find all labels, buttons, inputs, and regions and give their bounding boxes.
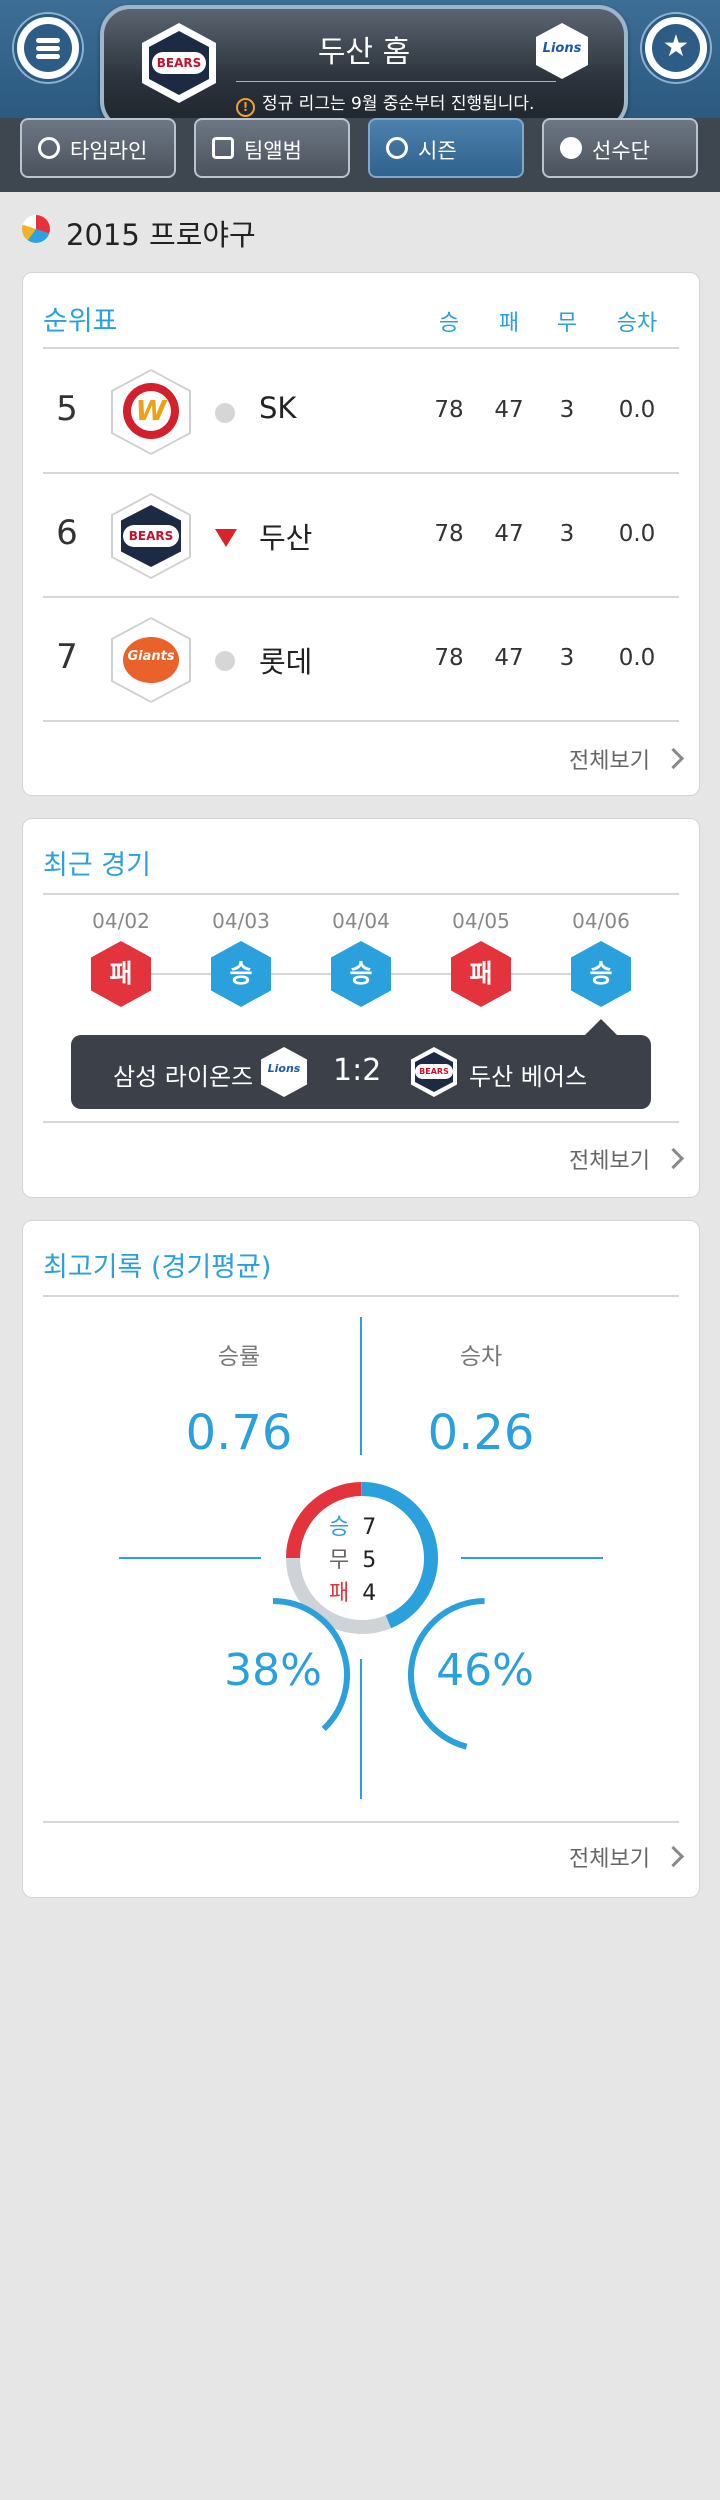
away-team-name: 삼성 라이온즈	[113, 1063, 254, 1091]
tab-bar: 타임라인 팀앨범 시즌 선수단	[0, 118, 720, 192]
game-date: 04/03	[212, 909, 270, 933]
album-icon	[212, 137, 234, 159]
win-rate-label: 승률	[217, 1344, 261, 1370]
right-percent-value: 46%	[436, 1645, 534, 1696]
tab-roster[interactable]: 선수단	[542, 118, 698, 178]
left-percent-value: 38%	[224, 1645, 322, 1696]
games-behind: 0.0	[618, 645, 656, 671]
losses: 47	[494, 397, 524, 423]
standings-row[interactable]: 6 BEARS 두산 78 47 3 0.0	[23, 473, 699, 597]
tab-team-album[interactable]: 팀앨범	[194, 118, 350, 178]
section-title: 2015 프로야구	[66, 218, 256, 252]
draws: 3	[559, 645, 575, 671]
sk-logo: W	[111, 369, 191, 455]
rank: 6	[56, 513, 78, 553]
col-header-games-behind: 승차	[616, 311, 658, 336]
trend-down-icon	[215, 529, 237, 547]
draws-count: 5	[362, 1548, 377, 1573]
game-result-badge[interactable]: 패	[451, 941, 511, 1007]
best-records-view-all-link[interactable]: 전체보기	[569, 1841, 685, 1873]
standings-view-all-link[interactable]: 전체보기	[569, 743, 685, 775]
standings-card: 순위표 승 패 무 승차 5 W SK 78 47 3 0.0 6 BEARS …	[22, 272, 700, 796]
wins: 78	[434, 521, 464, 547]
tab-season[interactable]: 시즌	[368, 118, 524, 178]
draws: 3	[559, 397, 575, 423]
game-date: 04/02	[92, 909, 150, 933]
wins-count: 7	[362, 1515, 377, 1540]
chevron-right-icon	[662, 1845, 685, 1868]
wins: 78	[434, 397, 464, 423]
notice-text: ! 정규 리그는 9월 중순부터 진행됩니다.	[236, 81, 556, 117]
chevron-right-icon	[662, 747, 685, 770]
team-name: 두산	[259, 521, 313, 555]
recent-games-view-all-link[interactable]: 전체보기	[569, 1143, 685, 1175]
trend-none-icon	[215, 403, 235, 423]
favorite-button[interactable]: ★	[642, 14, 710, 82]
standings-row[interactable]: 7 Giants 롯데 78 47 3 0.0	[23, 597, 699, 721]
best-records-title: 최고기록 (경기평균)	[43, 1252, 272, 1283]
col-header-draws: 무	[556, 311, 578, 336]
bears-logo: BEARS	[111, 493, 191, 579]
recent-games-title: 최근 경기	[43, 850, 151, 881]
col-header-losses: 패	[498, 311, 520, 336]
divider	[461, 1557, 603, 1559]
baseball-icon	[386, 137, 408, 159]
standings-row[interactable]: 5 W SK 78 47 3 0.0	[23, 349, 699, 473]
clock-icon	[38, 137, 60, 159]
game-result-badge[interactable]: 승	[331, 941, 391, 1007]
games-behind: 0.0	[618, 521, 656, 547]
title-panel: BEARS 두산 홈 ! 정규 리그는 9월 중순부터 진행됩니다. Lions	[100, 5, 628, 131]
warning-icon: !	[236, 98, 255, 117]
losses: 47	[494, 645, 524, 671]
losses-count: 4	[362, 1581, 377, 1606]
giants-logo: Giants	[111, 617, 191, 703]
col-header-wins: 승	[438, 311, 460, 336]
game-result-badge[interactable]: 패	[91, 941, 151, 1007]
win-rate-value: 0.76	[185, 1405, 293, 1461]
draws-label: 무	[329, 1548, 350, 1573]
divider	[119, 1557, 261, 1559]
divider	[360, 1317, 362, 1455]
chevron-right-icon	[662, 1147, 685, 1170]
game-result-badge[interactable]: 승	[571, 941, 631, 1007]
rank: 5	[56, 389, 78, 429]
games-behind: 0.0	[618, 397, 656, 423]
game-score: 1:2	[333, 1053, 382, 1088]
lions-logo: Lions	[261, 1047, 307, 1097]
trend-none-icon	[215, 651, 235, 671]
standings-title: 순위표	[43, 306, 118, 337]
kbo-logo-icon	[22, 215, 50, 243]
home-team-name: 두산 베어스	[469, 1063, 588, 1091]
helmet-icon	[560, 137, 582, 159]
losses: 47	[494, 521, 524, 547]
star-icon: ★	[652, 24, 700, 72]
games-behind-label: 승차	[459, 1344, 503, 1370]
games-behind-value: 0.26	[427, 1405, 535, 1461]
game-date: 04/06	[572, 909, 630, 933]
rank: 7	[56, 637, 78, 677]
tab-timeline[interactable]: 타임라인	[20, 118, 176, 178]
recent-games-card: 최근 경기 04/02 04/03 04/04 04/05 04/06 패 승 …	[22, 818, 700, 1198]
menu-button[interactable]	[14, 14, 82, 82]
team-name: SK	[259, 391, 297, 425]
draws: 3	[559, 521, 575, 547]
best-records-card: 최고기록 (경기평균) 승률 0.76 승차 0.26 승 7 무 5 패 4 …	[22, 1220, 700, 1898]
bears-logo: BEARS	[411, 1047, 457, 1097]
team-name: 롯데	[259, 645, 313, 679]
game-result-badge[interactable]: 승	[211, 941, 271, 1007]
game-detail-tooltip: 삼성 라이온즈 Lions 1:2 BEARS 두산 베어스	[71, 1019, 651, 1109]
wins-label: 승	[329, 1515, 350, 1540]
hamburger-menu-icon	[24, 24, 72, 72]
game-date: 04/04	[332, 909, 390, 933]
wins: 78	[434, 645, 464, 671]
game-date: 04/05	[452, 909, 510, 933]
